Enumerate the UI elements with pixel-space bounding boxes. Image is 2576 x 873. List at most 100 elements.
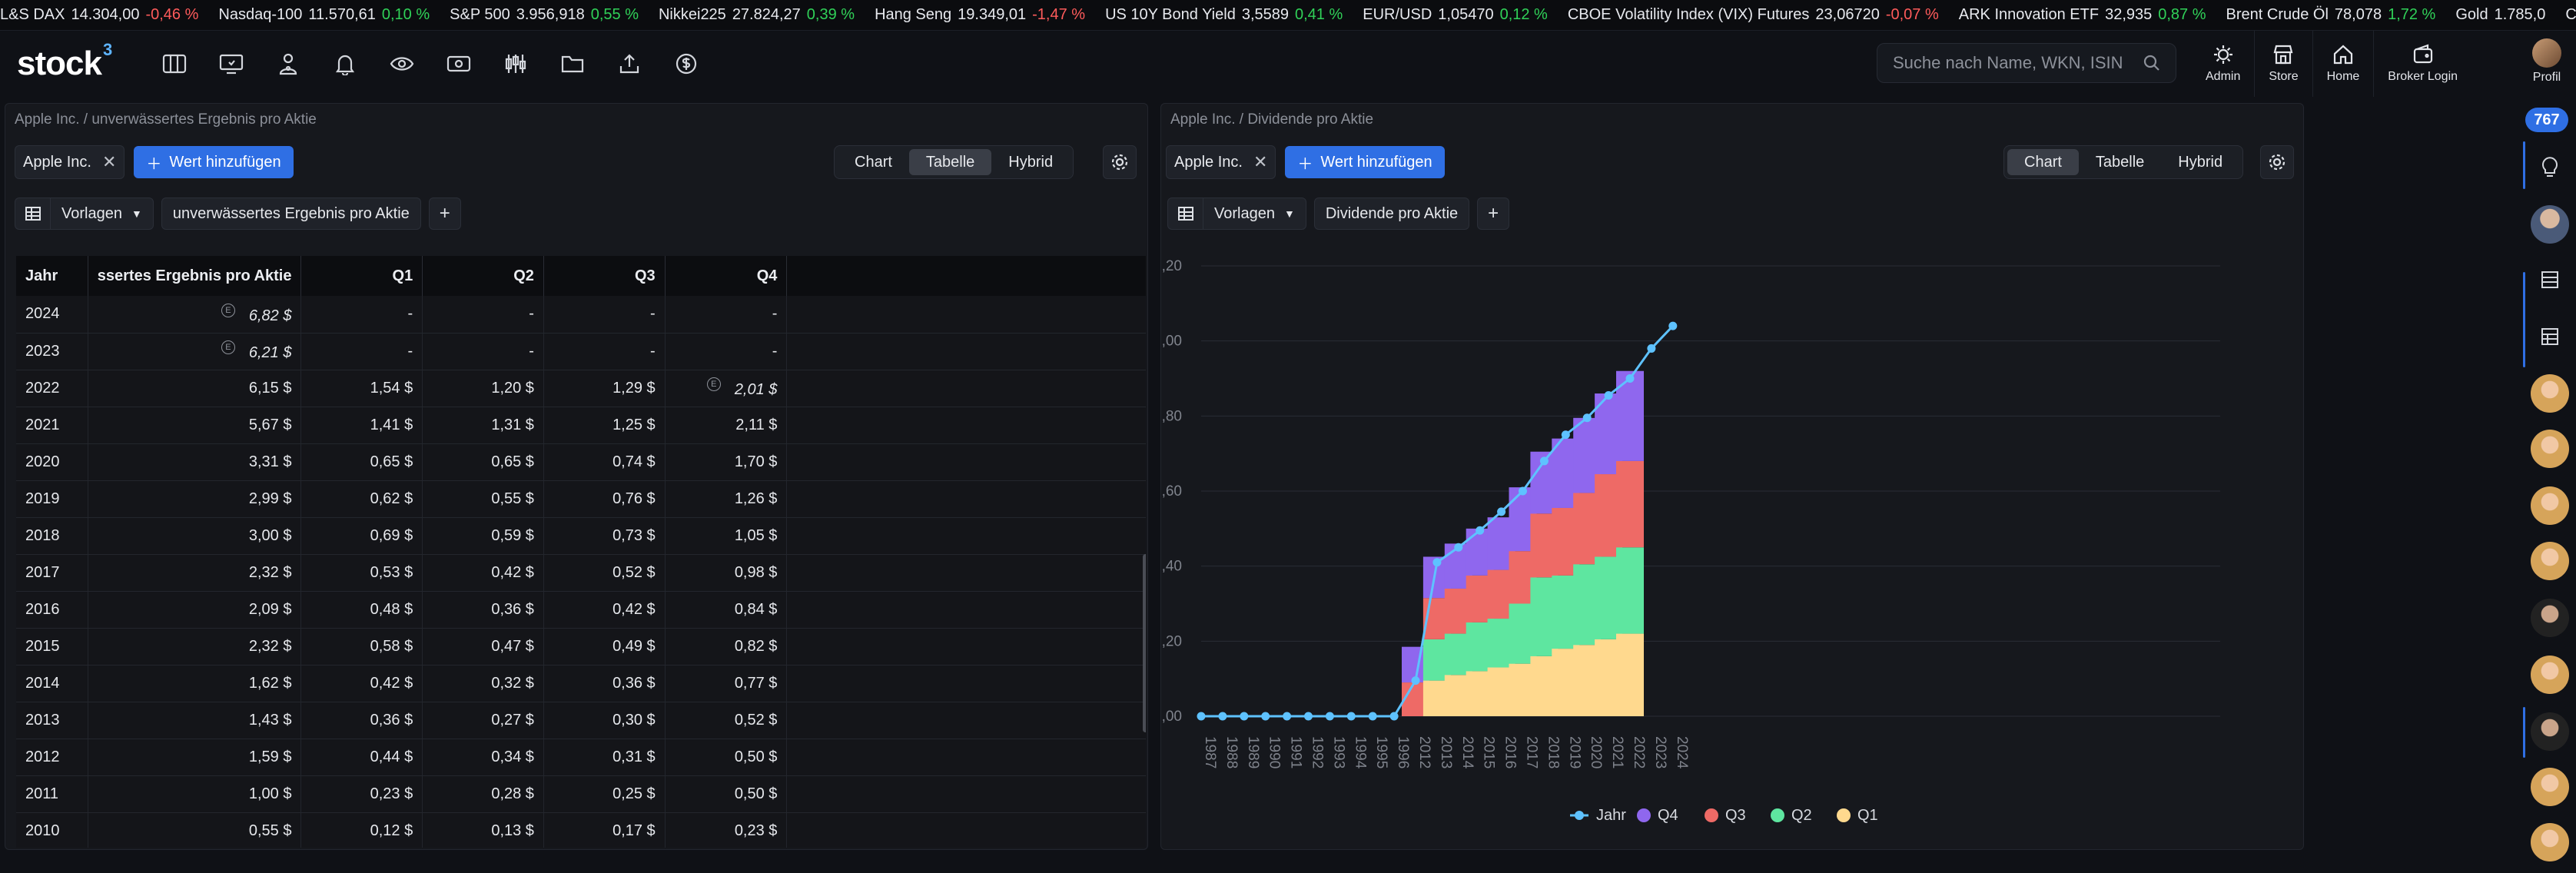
x-tick-label: 2014	[1459, 736, 1476, 769]
tab-table[interactable]: Tabelle	[908, 149, 992, 175]
add-value-button[interactable]: ＋ Wert hinzufügen	[1285, 146, 1445, 178]
table-row[interactable]: 2016 2,09 $0,48 $0,36 $0,42 $0,84 $	[16, 591, 1146, 629]
avatar[interactable]	[2528, 653, 2571, 696]
ticker-item[interactable]: Brent Crude Öl 78,078 1,72 %	[2226, 6, 2436, 24]
settings-button[interactable]	[1103, 145, 1137, 179]
tab-chart[interactable]: Chart	[2007, 149, 2079, 175]
col-header-q4[interactable]: Q4	[665, 256, 788, 296]
ticker-item[interactable]: CBOE Volatility Index (VIX) Futures 23,06…	[1568, 6, 1939, 24]
avatar[interactable]	[2528, 484, 2571, 527]
col-header-eps[interactable]: ssertes Ergebnis pro Aktie	[88, 256, 302, 296]
add-metric-button[interactable]: +	[1477, 198, 1510, 230]
stock3-logo[interactable]: stock 3	[17, 40, 112, 83]
search-icon[interactable]	[2143, 55, 2160, 71]
table-row[interactable]: 2019 2,99 $0,62 $0,55 $0,76 $1,26 $	[16, 480, 1146, 518]
templates-button[interactable]: Vorlagen ▼	[1167, 198, 1306, 230]
monitor-icon[interactable]	[213, 45, 250, 82]
table-row[interactable]: 2021 5,67 $1,41 $1,31 $1,25 $2,11 $	[16, 407, 1146, 444]
table-row[interactable]: 2024 E 6,82 $ - - - -	[16, 296, 1146, 334]
company-chip[interactable]: Apple Inc. ✕	[1166, 145, 1276, 179]
community-icon[interactable]	[270, 45, 307, 82]
broker-login-button[interactable]: Broker Login	[2373, 31, 2471, 97]
tab-chart[interactable]: Chart	[838, 149, 909, 175]
ticker-item[interactable]: Gold 1.785,0	[2455, 6, 2545, 24]
search-input[interactable]	[1893, 53, 2143, 73]
col-header-q3[interactable]: Q3	[543, 256, 666, 296]
profile-button[interactable]: Profil	[2522, 38, 2571, 85]
legend-label: Q2	[1791, 807, 1812, 824]
candlestick-icon[interactable]	[497, 45, 534, 82]
ticker-item[interactable]: ARK Innovation ETF 32,935 0,87 %	[1959, 6, 2206, 24]
eye-icon[interactable]	[383, 45, 420, 82]
add-metric-button[interactable]: +	[428, 198, 461, 230]
close-icon[interactable]: ✕	[1253, 152, 1267, 172]
folder-icon[interactable]	[554, 45, 591, 82]
table-row[interactable]: 2014 1,62 $0,42 $0,32 $0,36 $0,77 $	[16, 665, 1146, 702]
company-chip[interactable]: Apple Inc. ✕	[15, 145, 125, 179]
store-button[interactable]: Store	[2254, 31, 2312, 97]
avatar[interactable]	[2528, 765, 2571, 808]
templates-button[interactable]: Vorlagen ▼	[15, 198, 154, 230]
layout-icon[interactable]	[2528, 315, 2571, 358]
dollar-icon[interactable]	[668, 45, 705, 82]
ticker-item[interactable]: EUR/USD 1,05470 0,12 %	[1363, 6, 1548, 24]
home-button[interactable]: Home	[2312, 31, 2374, 97]
table-cell-empty	[786, 665, 1146, 702]
table-cell-q2: 0,28 $	[422, 775, 544, 813]
ticker-item[interactable]: Hang Seng 19.349,01 -1,47 %	[875, 6, 1085, 24]
table-row[interactable]: 2011 1,00 $0,23 $0,28 $0,25 $0,50 $	[16, 775, 1146, 813]
table-row[interactable]: 2013 1,43 $0,36 $0,27 $0,30 $0,52 $	[16, 702, 1146, 739]
metric-button[interactable]: unverwässertes Ergebnis pro Aktie	[161, 198, 421, 230]
avatar[interactable]	[2528, 539, 2571, 583]
table-cell-q1: 0,36 $	[300, 702, 423, 739]
table-row[interactable]: 2017 2,32 $0,53 $0,42 $0,52 $0,98 $	[16, 554, 1146, 592]
dividend-chart[interactable]: 0,00 0,20 0,40 0,60 0,80 1,00 1,20 1987 1988 1989…	[1161, 244, 2303, 850]
avatar[interactable]	[2528, 427, 2571, 470]
col-header-q2[interactable]: Q2	[422, 256, 544, 296]
admin-button[interactable]: Admin	[2192, 31, 2254, 97]
book-icon[interactable]	[156, 45, 193, 82]
settings-button[interactable]	[2260, 145, 2294, 179]
cash-icon[interactable]	[440, 45, 477, 82]
scrollbar[interactable]	[1143, 554, 1146, 732]
close-icon[interactable]: ✕	[102, 152, 116, 172]
search-box[interactable]	[1877, 43, 2176, 83]
upload-icon[interactable]	[611, 45, 648, 82]
table-cell-q3: 0,31 $	[543, 739, 666, 776]
notification-badge[interactable]: 767	[2525, 108, 2568, 132]
table-cell-q3: 1,25 $	[543, 407, 666, 444]
table-row[interactable]: 2012 1,59 $0,44 $0,34 $0,31 $0,50 $	[16, 739, 1146, 776]
ticker-change: 0,41 %	[1295, 6, 1343, 23]
avatar[interactable]	[2528, 372, 2571, 415]
table-row[interactable]: 2022 6,15 $1,54 $1,20 $1,29 $ E 2,01 $	[16, 370, 1146, 407]
ticker-item[interactable]: L&S DAX 14.304,00 -0,46 %	[0, 6, 198, 24]
tab-hybrid[interactable]: Hybrid	[991, 149, 1070, 175]
tab-table[interactable]: Tabelle	[2079, 149, 2161, 175]
estimate-value: 6,82 $	[248, 307, 292, 324]
ticker-item[interactable]: Nasdaq-100 11.570,61 0,10 %	[218, 6, 430, 24]
col-header-year[interactable]: Jahr	[16, 256, 88, 296]
table-row[interactable]: 2015 2,32 $0,58 $0,47 $0,49 $0,82 $	[16, 628, 1146, 666]
add-value-label: Wert hinzufügen	[169, 153, 281, 171]
ticker-item[interactable]: US 10Y Bond Yield 3,5589 0,41 %	[1105, 6, 1343, 24]
table-row[interactable]: 2018 3,00 $0,69 $0,59 $0,73 $1,05 $	[16, 517, 1146, 555]
ticker-item[interactable]: Clean	[2565, 6, 2576, 24]
avatar[interactable]	[2528, 710, 2571, 753]
ticker-item[interactable]: S&P 500 3.956,918 0,55 %	[450, 6, 639, 24]
ticker-item[interactable]: Nikkei225 27.824,27 0,39 %	[659, 6, 855, 24]
table-row[interactable]: 2023 E 6,21 $ - - - -	[16, 333, 1146, 370]
add-value-button[interactable]: ＋ Wert hinzufügen	[134, 146, 294, 178]
view-switch: Chart Tabelle Hybrid	[2003, 145, 2244, 179]
avatar[interactable]	[2528, 203, 2571, 246]
avatar[interactable]	[2528, 596, 2571, 639]
table-row[interactable]: 2010 0,55 $0,12 $0,13 $0,17 $0,23 $	[16, 812, 1146, 848]
lightbulb-icon[interactable]	[2528, 146, 2571, 189]
bell-icon[interactable]	[327, 45, 363, 82]
col-header-q1[interactable]: Q1	[300, 256, 423, 296]
avatar[interactable]	[2528, 821, 2571, 864]
metric-button[interactable]: Dividende pro Aktie	[1313, 198, 1470, 230]
table-cell-q3: 0,52 $	[543, 554, 666, 592]
table-row[interactable]: 2020 3,31 $0,65 $0,65 $0,74 $1,70 $	[16, 443, 1146, 481]
tab-hybrid[interactable]: Hybrid	[2161, 149, 2239, 175]
layout-icon[interactable]	[2528, 258, 2571, 301]
